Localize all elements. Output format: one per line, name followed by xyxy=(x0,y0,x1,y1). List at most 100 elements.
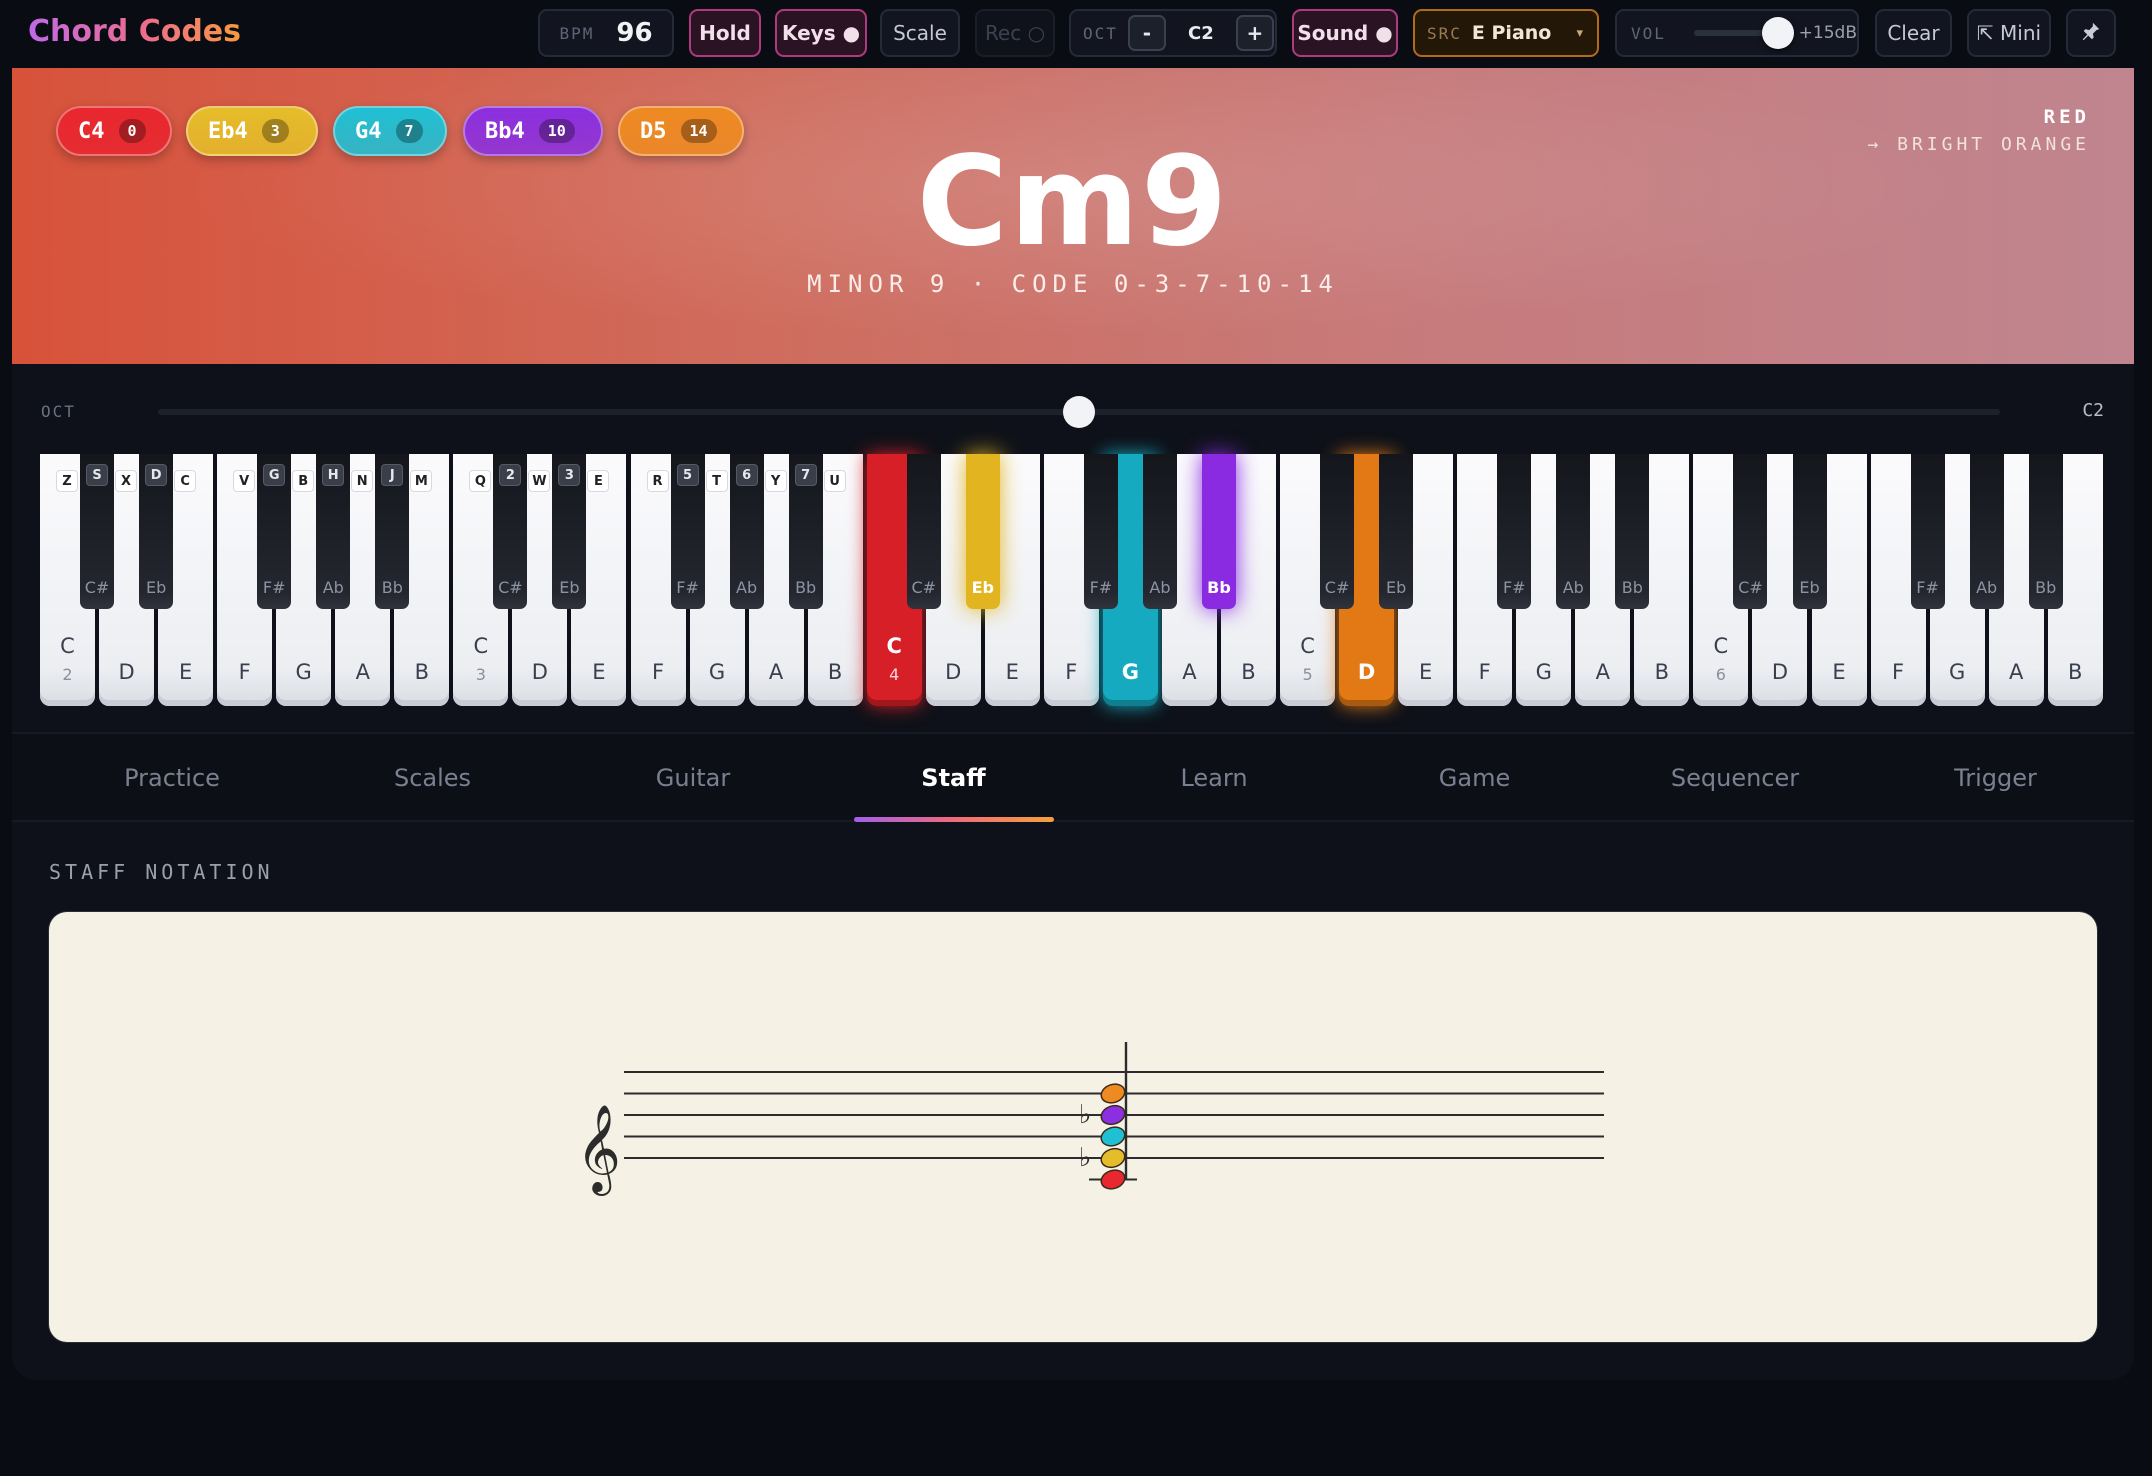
octave-up-button[interactable]: + xyxy=(1235,15,1274,51)
piano-key-black[interactable]: Ab xyxy=(1556,454,1591,609)
volume-value: +15dB xyxy=(1798,23,1857,43)
key-note-label: F xyxy=(1892,660,1905,684)
piano-key-black[interactable]: C# xyxy=(906,454,941,609)
key-note-label: Bb xyxy=(795,578,817,597)
key-shortcut-hint: Y xyxy=(764,470,787,492)
bpm-field[interactable]: BPM 96 xyxy=(538,9,674,57)
pin-button[interactable] xyxy=(2066,9,2116,57)
note-head xyxy=(1100,1104,1126,1126)
tab-learn[interactable]: Learn xyxy=(1084,734,1344,822)
key-note-label: A xyxy=(2008,660,2024,684)
piano-key-black[interactable]: Ab xyxy=(1142,454,1177,609)
piano-key-black[interactable]: Bb J xyxy=(375,454,410,609)
key-note-label: F# xyxy=(1089,578,1113,597)
key-note-label: B xyxy=(827,660,843,684)
key-shortcut-hint: X xyxy=(115,470,138,492)
key-shortcut-hint: 6 xyxy=(735,464,758,486)
piano-key-black[interactable]: Bb xyxy=(2028,454,2063,609)
tab-practice[interactable]: Practice xyxy=(42,734,302,822)
key-octave-label: 5 xyxy=(1302,665,1313,684)
volume-slider-handle[interactable] xyxy=(1761,17,1794,49)
scale-button[interactable]: Scale xyxy=(880,9,960,57)
source-select[interactable]: SRC E Piano ▾ xyxy=(1413,9,1599,57)
volume-label: VOL xyxy=(1631,23,1666,43)
key-note-label: C xyxy=(60,634,75,658)
octave-down-button[interactable]: - xyxy=(1127,15,1166,51)
piano-key-black[interactable]: C# 2 xyxy=(493,454,528,609)
key-note-label: F# xyxy=(1916,578,1939,597)
piano-key-black[interactable]: Eb xyxy=(965,454,1000,609)
section-title: STAFF NOTATION xyxy=(49,860,274,884)
piano-key-black[interactable]: F# xyxy=(1497,454,1532,609)
key-note-label: C# xyxy=(498,578,523,597)
key-shortcut-hint: N xyxy=(351,470,374,492)
key-note-label: B xyxy=(2067,660,2083,684)
top-bar: Chord Codes BPM 96 Hold Keys ● Scale Rec… xyxy=(0,0,2152,67)
key-shortcut-hint: 2 xyxy=(499,464,522,486)
note-head xyxy=(1100,1126,1126,1147)
volume-slider[interactable] xyxy=(1693,17,1794,49)
key-shortcut-hint: Q xyxy=(469,470,492,492)
piano-key-black[interactable]: Bb 7 xyxy=(788,454,823,609)
key-shortcut-hint: U xyxy=(823,470,846,492)
chord-display: C4 0 Eb4 3 G4 7 Bb4 10 D5 14 Cm9 MINOR 9 · CODE 0… xyxy=(12,68,2134,364)
key-shortcut-hint: C xyxy=(174,470,197,492)
bpm-value[interactable]: 96 xyxy=(616,18,652,48)
note-head xyxy=(1100,1147,1126,1169)
piano-key-black[interactable]: Bb xyxy=(1615,454,1650,609)
key-shortcut-hint: R xyxy=(646,470,669,492)
key-note-label: C xyxy=(473,634,489,658)
piano-key-black[interactable]: C# S xyxy=(80,454,115,609)
key-shortcut-hint: W xyxy=(528,470,551,492)
key-note-label: E xyxy=(1832,660,1846,684)
tab-scales[interactable]: Scales xyxy=(303,734,563,822)
key-shortcut-hint: T xyxy=(705,470,728,492)
key-note-label: F# xyxy=(1502,578,1526,597)
key-note-label: F xyxy=(651,660,665,684)
piano-key-black[interactable]: Eb 3 xyxy=(552,454,587,609)
chevron-down-icon: ▾ xyxy=(1576,25,1583,41)
key-note-label: A xyxy=(1595,660,1610,684)
piano-key-black[interactable]: Bb xyxy=(1202,454,1236,609)
piano-key-black[interactable]: F# xyxy=(1910,454,1945,609)
piano-key-black[interactable]: Ab H xyxy=(316,454,351,609)
piano-key-black[interactable]: Ab xyxy=(1969,454,2004,609)
piano-key-black[interactable]: Eb xyxy=(1792,454,1827,609)
keyboard-octave-handle[interactable] xyxy=(1063,396,1095,428)
piano-key-black[interactable]: F# 5 xyxy=(670,454,705,609)
piano-key-black[interactable]: F# G xyxy=(257,454,292,609)
sound-toggle[interactable]: Sound ● xyxy=(1292,9,1398,57)
piano-keyboard: C2ZDXECFVGBANBMC3QDWEEFRGTAYBUC4DEFGABC5… xyxy=(40,454,2108,709)
piano-key-black[interactable]: C# xyxy=(1733,454,1768,609)
tab-staff[interactable]: Staff xyxy=(824,734,1084,822)
piano-key-black[interactable]: Ab 6 xyxy=(729,454,764,609)
note-head xyxy=(1100,1169,1126,1190)
piano-key-black[interactable]: F# xyxy=(1083,454,1118,609)
tab-game[interactable]: Game xyxy=(1345,734,1605,822)
piano-key-black[interactable]: Eb xyxy=(1379,454,1414,609)
key-note-label: F# xyxy=(676,578,699,597)
key-note-label: Bb xyxy=(1621,578,1643,597)
key-shortcut-hint: 7 xyxy=(794,464,817,486)
chord-name: Cm9 xyxy=(916,130,1230,274)
record-button[interactable]: Rec ○ xyxy=(975,9,1055,57)
hold-button[interactable]: Hold xyxy=(689,9,761,57)
key-note-label: F xyxy=(238,660,251,684)
key-octave-label: 3 xyxy=(475,665,486,684)
key-note-label: F# xyxy=(262,578,286,597)
staff-card: 𝄞 ♭ ♭ xyxy=(49,912,2097,1342)
key-note-label: C xyxy=(886,634,902,658)
piano-key-black[interactable]: C# xyxy=(1320,454,1355,609)
tab-sequencer[interactable]: Sequencer xyxy=(1605,734,1865,822)
key-note-label: A xyxy=(355,660,370,684)
mini-button[interactable]: ⇱ Mini xyxy=(1967,9,2051,57)
key-note-label: B xyxy=(414,660,429,684)
tab-guitar[interactable]: Guitar xyxy=(563,734,823,822)
keys-toggle[interactable]: Keys ● xyxy=(775,9,867,57)
clear-button[interactable]: Clear xyxy=(1875,9,1952,57)
piano-key-black[interactable]: Eb D xyxy=(139,454,174,609)
key-shortcut-hint: D xyxy=(145,464,168,486)
key-note-label: C# xyxy=(911,578,937,597)
tab-trigger[interactable]: Trigger xyxy=(1866,734,2126,822)
key-note-label: C# xyxy=(1738,578,1763,597)
